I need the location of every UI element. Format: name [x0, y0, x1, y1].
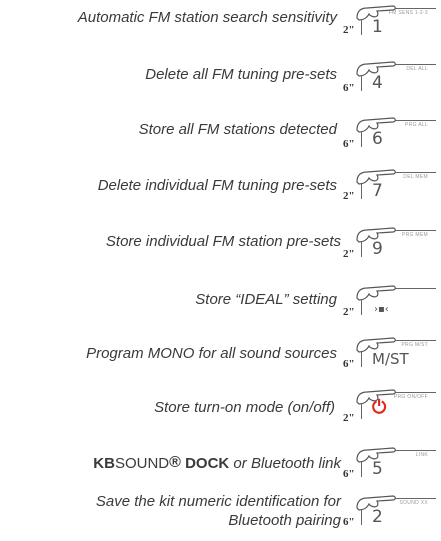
- hold-duration: 2": [343, 412, 355, 424]
- function-description: Delete individual FM tuning pre-sets: [97, 177, 337, 194]
- hold-duration: 6": [343, 82, 355, 94]
- hold-duration: 6": [343, 138, 355, 150]
- function-description: Delete all FM tuning pre-sets: [145, 66, 337, 83]
- hold-duration: 6": [343, 358, 355, 370]
- description-line: Save the kit numeric identification for: [95, 493, 341, 510]
- function-row: Delete individual FM tuning pre-sets 2" …: [0, 162, 441, 216]
- key-function-label: DEL MEM: [403, 174, 428, 180]
- pointing-hand-icon: [356, 389, 396, 405]
- pointing-hand-icon: [356, 285, 396, 301]
- hold-duration: 2": [343, 190, 355, 202]
- pointing-hand-icon: [356, 337, 396, 353]
- hold-duration: 6": [343, 468, 355, 480]
- pointing-hand-icon: [356, 5, 396, 21]
- pointing-hand-icon: [356, 61, 396, 77]
- function-description: Store turn-on mode (on/off): [154, 399, 335, 416]
- function-row: Store turn-on mode (on/off) 2" PRG ON/OF…: [0, 378, 441, 432]
- brand-kb: KB: [93, 455, 115, 472]
- function-row: Save the kit numeric identification for …: [0, 486, 441, 540]
- brand-dock: DOCK: [180, 455, 230, 472]
- brand-sound: SOUND: [114, 455, 170, 472]
- function-description: Store all FM stations detected: [138, 121, 337, 138]
- link-text: or Bluetooth link: [229, 455, 341, 472]
- function-description: Automatic FM station search sensitivity: [77, 9, 337, 26]
- hold-duration: 2": [343, 248, 355, 260]
- function-description: KBSOUND® DOCK or Bluetooth link: [11, 453, 341, 473]
- function-description: Program MONO for all sound sources: [86, 345, 337, 362]
- hold-duration: 2": [343, 306, 355, 318]
- pointing-hand-icon: [356, 495, 396, 511]
- pointing-hand-icon: [356, 117, 396, 133]
- function-row: Store “IDEAL” setting 2" ›▪‹: [0, 270, 441, 324]
- hold-duration: 2": [343, 24, 355, 36]
- function-description: Store individual FM station pre-sets: [105, 233, 341, 250]
- pointing-hand-icon: [356, 447, 396, 463]
- function-row: Store all FM stations detected 6" PRG AL…: [0, 108, 441, 162]
- pointing-hand-icon: [356, 227, 396, 243]
- key-function-label: PRG M/ST: [401, 342, 428, 348]
- key-function-label: SOUND XX: [399, 500, 428, 506]
- function-row: KBSOUND® DOCK or Bluetooth link 6" LINK …: [0, 432, 441, 486]
- function-description: Save the kit numeric identification for …: [11, 492, 341, 530]
- function-description: Store “IDEAL” setting: [195, 291, 337, 308]
- key-function-label: PRG ALL: [405, 122, 428, 128]
- key-function-label: DEL ALL: [406, 66, 428, 72]
- function-row: Store individual FM station pre-sets 2" …: [0, 216, 441, 270]
- function-row: Delete all FM tuning pre-sets 6" DEL ALL…: [0, 54, 441, 108]
- registered-mark: ®: [169, 454, 181, 471]
- key-function-label: PRG MEM: [402, 232, 428, 238]
- function-row: Automatic FM station search sensitivity …: [0, 0, 441, 54]
- hold-duration: 6": [343, 516, 355, 528]
- description-line: Bluetooth pairing: [228, 512, 341, 529]
- function-row: Program MONO for all sound sources 6" PR…: [0, 324, 441, 378]
- pointing-hand-icon: [356, 169, 396, 185]
- key-function-label: LINK: [415, 452, 428, 458]
